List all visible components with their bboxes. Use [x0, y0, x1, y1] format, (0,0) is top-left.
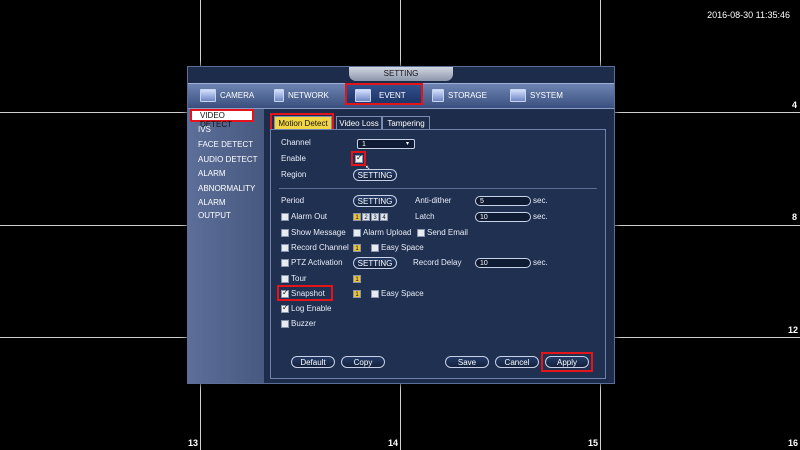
channel-number: 16 [788, 438, 799, 448]
camera-icon [200, 89, 216, 103]
record-delay-unit: sec. [533, 258, 548, 267]
record-delay-input[interactable]: 10 [475, 258, 531, 268]
alarm-channel-2[interactable]: 2 [362, 213, 370, 221]
motion-detect-panel: Channel 1 ▾ Enable ↖ Region SETTING Peri… [270, 129, 606, 379]
channel-value: 1 [362, 141, 366, 148]
tab-label: NETWORK [288, 91, 329, 100]
network-icon [274, 89, 284, 103]
log-enable-label: Log Enable [291, 304, 332, 313]
tab-video-loss[interactable]: Video Loss [336, 116, 382, 130]
buzzer-checkbox[interactable] [281, 320, 289, 328]
highlight-frame [277, 285, 333, 301]
alarm-upload-label: Alarm Upload [363, 228, 412, 237]
alarm-channel-4[interactable]: 4 [380, 213, 388, 221]
sidebar-item-ivs[interactable]: IVS [190, 123, 260, 136]
send-email-checkbox[interactable] [417, 229, 425, 237]
record-delay-label: Record Delay [413, 258, 462, 267]
sidebar-item-face-detect[interactable]: FACE DETECT [190, 138, 260, 151]
content-area: Motion Detect Video Loss Tampering Chann… [268, 113, 606, 379]
dialog-title: SETTING [349, 67, 453, 81]
storage-icon [432, 89, 444, 103]
region-setting-button[interactable]: SETTING [353, 169, 397, 181]
sidebar-item-abnormality[interactable]: ABNORMALITY [190, 182, 260, 195]
send-email-label: Send Email [427, 228, 468, 237]
sidebar-item-audio-detect[interactable]: AUDIO DETECT [190, 153, 260, 166]
region-label: Region [281, 170, 307, 179]
tab-label: STORAGE [448, 91, 487, 100]
record-channel-label: Record Channel [291, 243, 349, 252]
divider [279, 188, 597, 189]
period-label: Period [281, 196, 305, 205]
tour-channel-1[interactable]: 1 [353, 275, 361, 283]
channel-label: Channel [281, 138, 311, 147]
channel-number: 12 [788, 325, 799, 335]
tab-tampering[interactable]: Tampering [382, 116, 430, 130]
setting-dialog: SETTING CAMERA NETWORK EVENT STORAGE SYS… [187, 66, 615, 384]
snapshot-channel-1[interactable]: 1 [353, 290, 361, 298]
save-button[interactable]: Save [445, 356, 489, 368]
period-setting-button[interactable]: SETTING [353, 195, 397, 207]
sidebar-item-alarm-output[interactable]: ALARM OUTPUT [190, 196, 260, 220]
anti-dither-input[interactable]: 5 [475, 196, 531, 206]
log-enable-checkbox[interactable] [281, 303, 289, 313]
buzzer-label: Buzzer [291, 319, 316, 328]
highlight-frame [541, 352, 593, 372]
ptz-setting-button[interactable]: SETTING [353, 257, 397, 269]
latch-input[interactable]: 10 [475, 212, 531, 222]
channel-select[interactable]: 1 ▾ [357, 139, 415, 149]
channel-number: 4 [792, 100, 798, 110]
alarm-channel-3[interactable]: 3 [371, 213, 379, 221]
easy-space-label: Easy Space [381, 243, 424, 252]
channel-number: 8 [792, 212, 798, 222]
default-button[interactable]: Default [291, 356, 335, 368]
main-tabbar: CAMERA NETWORK EVENT STORAGE SYSTEM [188, 83, 614, 109]
alarm-out-label: Alarm Out [291, 212, 328, 221]
tab-system[interactable]: SYSTEM [510, 84, 590, 108]
tour-checkbox[interactable] [281, 275, 289, 283]
anti-dither-label: Anti-dither [415, 196, 452, 205]
alarm-out-checkbox[interactable] [281, 213, 289, 221]
highlight-frame [351, 151, 366, 166]
tab-storage[interactable]: STORAGE [432, 84, 512, 108]
anti-dither-unit: sec. [533, 196, 548, 205]
tab-label: EVENT [379, 91, 406, 100]
alarm-channel-1[interactable]: 1 [353, 213, 361, 221]
ptz-activation-label: PTZ Activation [291, 258, 343, 267]
alarm-upload-checkbox[interactable] [353, 229, 361, 237]
channel-number: 14 [388, 438, 399, 448]
tour-label: Tour [291, 274, 307, 283]
easy-space-2-checkbox[interactable] [371, 290, 379, 298]
sidebar: VIDEO DETECT IVS FACE DETECT AUDIO DETEC… [188, 109, 264, 383]
enable-label: Enable [281, 154, 306, 163]
tab-label: CAMERA [220, 91, 255, 100]
chevron-down-icon: ▾ [406, 141, 410, 147]
system-icon [510, 89, 526, 103]
copy-button[interactable]: Copy [341, 356, 385, 368]
channel-number: 13 [188, 438, 199, 448]
tab-network[interactable]: NETWORK [274, 84, 340, 108]
easy-space-checkbox[interactable] [371, 244, 379, 252]
record-channel-1[interactable]: 1 [353, 244, 361, 252]
sidebar-item-alarm[interactable]: ALARM [190, 167, 260, 180]
show-message-checkbox[interactable] [281, 229, 289, 237]
easy-space-2-label: Easy Space [381, 289, 424, 298]
event-icon [355, 89, 371, 103]
sidebar-item-video-detect[interactable]: VIDEO DETECT [190, 109, 254, 129]
latch-label: Latch [415, 212, 435, 221]
show-message-label: Show Message [291, 228, 346, 237]
latch-unit: sec. [533, 212, 548, 221]
tab-label: SYSTEM [530, 91, 563, 100]
tab-event[interactable]: EVENT [345, 83, 423, 105]
datetime-display: 2016-08-30 11:35:46 [707, 10, 790, 20]
tab-camera[interactable]: CAMERA [200, 84, 270, 108]
record-channel-checkbox[interactable] [281, 244, 289, 252]
ptz-activation-checkbox[interactable] [281, 259, 289, 267]
cancel-button[interactable]: Cancel [495, 356, 539, 368]
channel-number: 15 [588, 438, 599, 448]
